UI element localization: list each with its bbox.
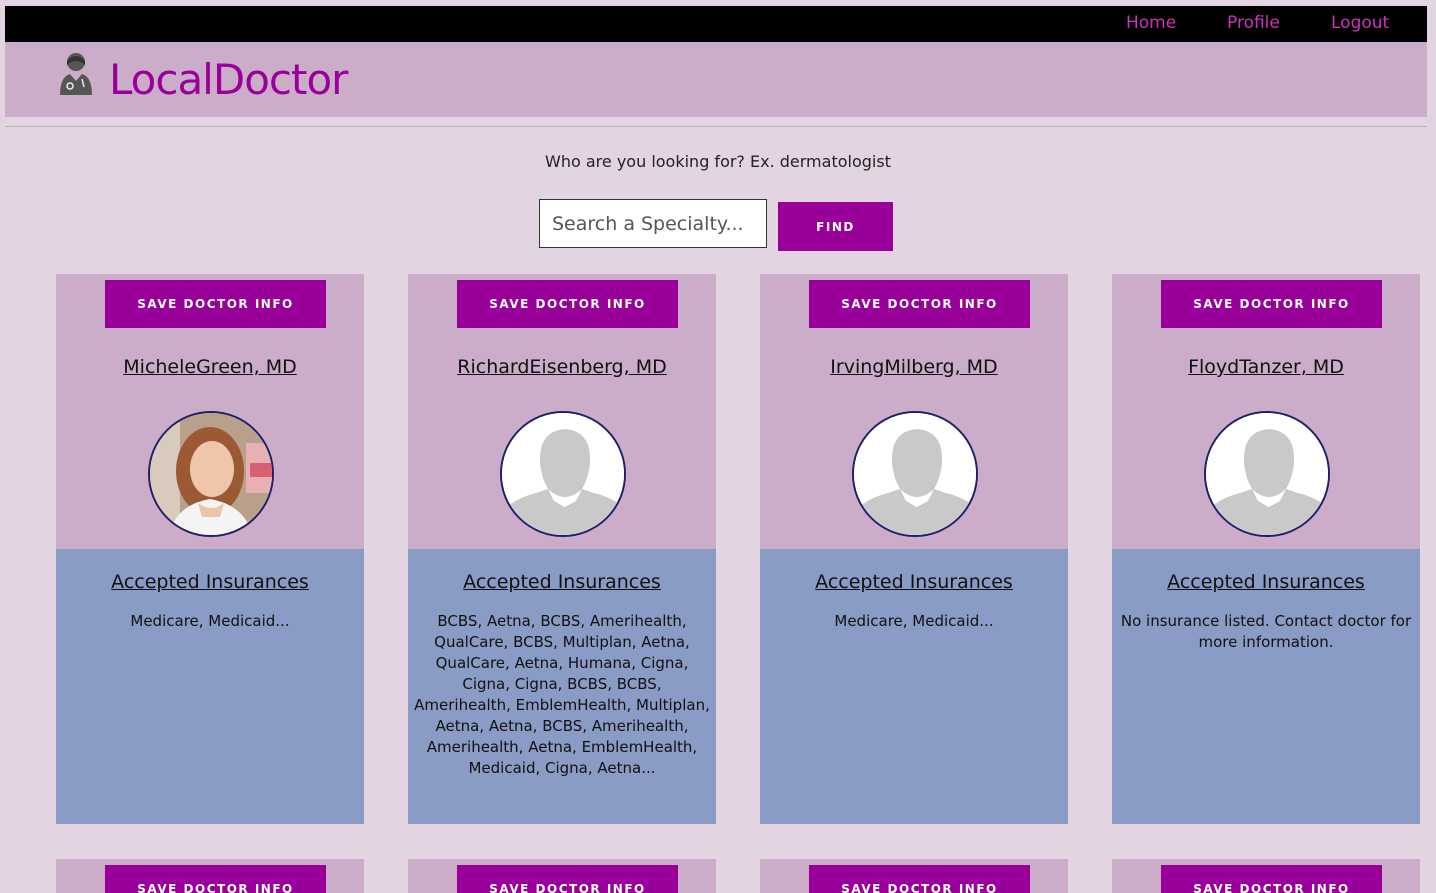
save-doctor-info-button[interactable]: SAVE DOCTOR INFO — [457, 280, 678, 328]
insurance-section: Accepted Insurances No insurance listed.… — [1112, 549, 1420, 824]
doctor-name-link[interactable]: MicheleGreen, MD — [56, 356, 364, 378]
insurance-list: Medicare, Medicaid... — [130, 612, 290, 630]
save-doctor-info-button[interactable]: SAVE DOCTOR INFO — [105, 280, 326, 328]
doctor-card-header: SAVE DOCTOR INFO MicheleGreen, MD — [56, 274, 364, 549]
insurance-list: No insurance listed. Contact doctor for … — [1120, 612, 1412, 651]
insurance-list: BCBS, Aetna, BCBS, Amerihealth, QualCare… — [414, 612, 710, 777]
accepted-insurances-link[interactable]: Accepted Insurances — [408, 549, 716, 593]
search-prompt: Who are you looking for? Ex. dermatologi… — [545, 152, 891, 171]
insurance-section: Accepted Insurances Medicare, Medicaid..… — [56, 549, 364, 824]
save-doctor-info-button[interactable]: SAVE DOCTOR INFO — [1161, 280, 1382, 328]
doctor-name-link[interactable]: FloydTanzer, MD — [1112, 356, 1420, 378]
specialty-search-input[interactable] — [539, 199, 767, 248]
save-doctor-info-button[interactable]: SAVE DOCTOR INFO — [809, 865, 1030, 893]
doctor-name-link[interactable]: RichardEisenberg, MD — [408, 356, 716, 378]
insurance-section: Accepted Insurances BCBS, Aetna, BCBS, A… — [408, 549, 716, 824]
avatar-placeholder-icon — [852, 411, 978, 537]
divider — [5, 126, 1427, 127]
save-doctor-info-button[interactable]: SAVE DOCTOR INFO — [809, 280, 1030, 328]
doctor-photo — [148, 411, 274, 537]
doctor-card: SAVE DOCTOR INFO MicheleGreen, MD Accept… — [56, 274, 364, 824]
doctor-card: SAVE DOCTOR INFO IrvingMilberg, MD Accep… — [760, 274, 1068, 824]
doctor-card: SAVE DOCTOR INFO — [760, 859, 1068, 893]
nav-profile-link[interactable]: Profile — [1227, 13, 1280, 33]
avatar-placeholder-icon — [1204, 411, 1330, 537]
doctor-card: SAVE DOCTOR INFO — [56, 859, 364, 893]
accepted-insurances-link[interactable]: Accepted Insurances — [1112, 549, 1420, 593]
doctor-card-header: SAVE DOCTOR INFO RichardEisenberg, MD — [408, 274, 716, 549]
nav-logout-link[interactable]: Logout — [1331, 13, 1389, 33]
doctor-name-link[interactable]: IrvingMilberg, MD — [760, 356, 1068, 378]
avatar-placeholder-icon — [500, 411, 626, 537]
brand-title[interactable]: LocalDoctor — [109, 55, 348, 104]
doctor-card-header: SAVE DOCTOR INFO IrvingMilberg, MD — [760, 274, 1068, 549]
doctor-card: SAVE DOCTOR INFO — [1112, 859, 1420, 893]
accepted-insurances-link[interactable]: Accepted Insurances — [760, 549, 1068, 593]
insurance-section: Accepted Insurances Medicare, Medicaid..… — [760, 549, 1068, 824]
save-doctor-info-button[interactable]: SAVE DOCTOR INFO — [105, 865, 326, 893]
top-nav-bar: Home Profile Logout — [5, 6, 1427, 42]
doctor-card: SAVE DOCTOR INFO — [408, 859, 716, 893]
doctor-card: SAVE DOCTOR INFO RichardEisenberg, MD Ac… — [408, 274, 716, 824]
nav-home-link[interactable]: Home — [1126, 13, 1176, 33]
save-doctor-info-button[interactable]: SAVE DOCTOR INFO — [457, 865, 678, 893]
save-doctor-info-button[interactable]: SAVE DOCTOR INFO — [1161, 865, 1382, 893]
doctor-card: SAVE DOCTOR INFO FloydTanzer, MD Accepte… — [1112, 274, 1420, 824]
doctor-card-header: SAVE DOCTOR INFO FloydTanzer, MD — [1112, 274, 1420, 549]
brand-header: LocalDoctor — [5, 42, 1427, 117]
insurance-list: Medicare, Medicaid... — [834, 612, 994, 630]
find-button[interactable]: FIND — [778, 202, 893, 251]
accepted-insurances-link[interactable]: Accepted Insurances — [56, 549, 364, 593]
doctor-icon — [60, 53, 92, 95]
